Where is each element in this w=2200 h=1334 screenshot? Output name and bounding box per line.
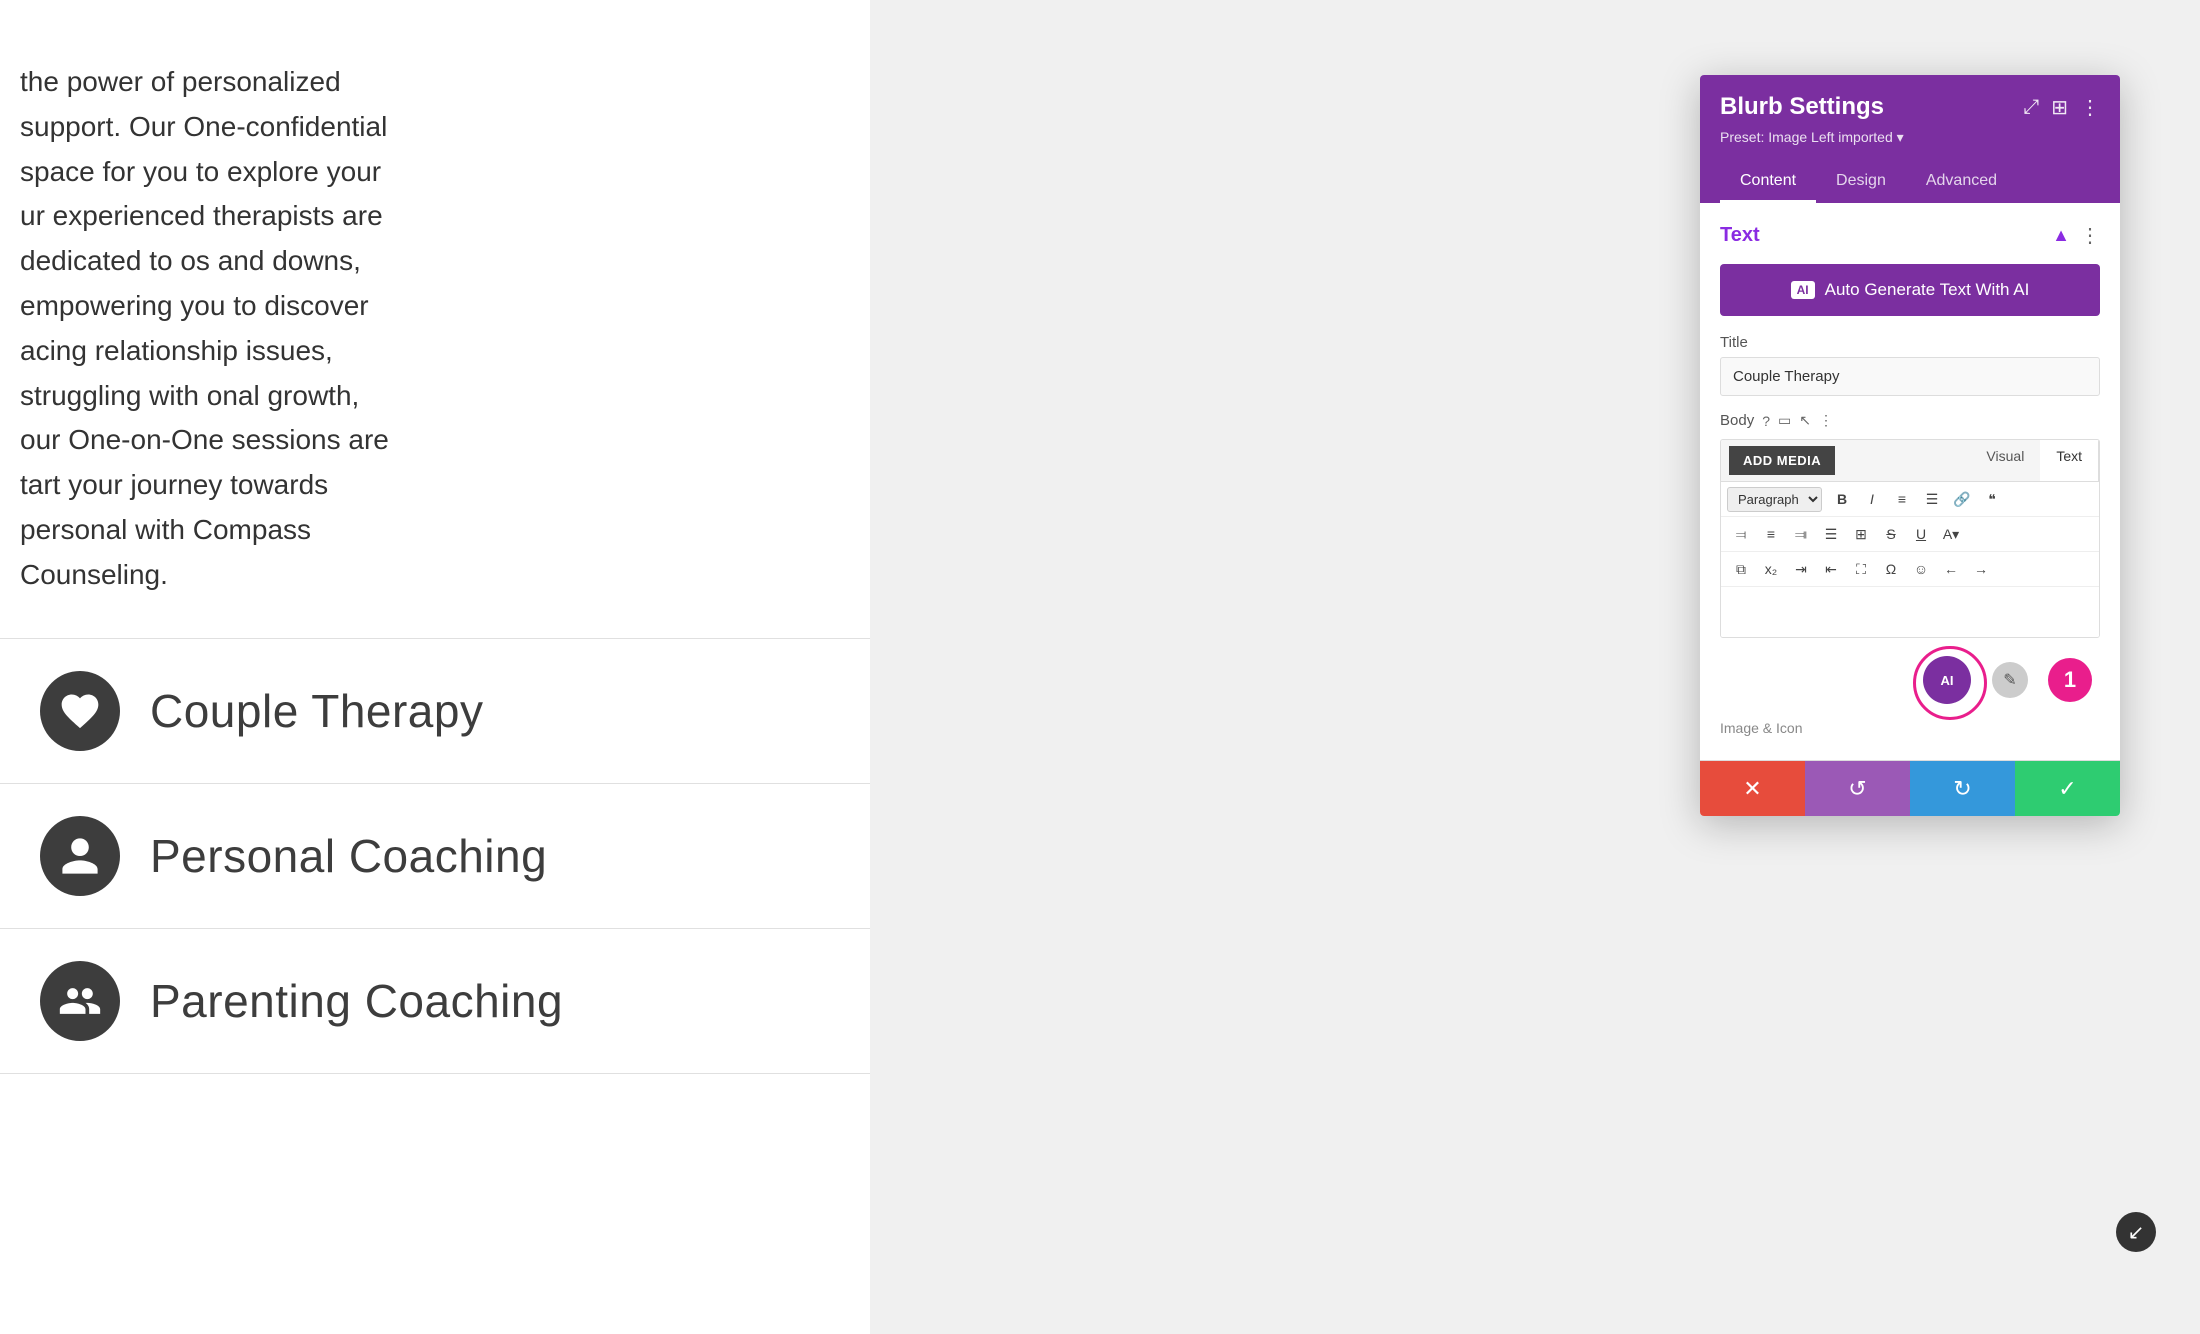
tab-visual[interactable]: Visual: [1970, 440, 2040, 481]
section-title: Text: [1720, 224, 1760, 247]
ai-badge: AI: [1791, 281, 1815, 299]
more-options-icon[interactable]: ⋮: [2080, 95, 2100, 120]
panel-header-top: Blurb Settings ⤢ ⊞ ⋮: [1720, 93, 2100, 121]
save-button[interactable]: ✓: [2015, 761, 2120, 816]
unordered-list-button[interactable]: ≡: [1888, 486, 1916, 512]
add-media-button[interactable]: ADD MEDIA: [1729, 446, 1835, 475]
text-section-header: Text ▲ ⋮: [1720, 223, 2100, 248]
blurb-settings-panel: Blurb Settings ⤢ ⊞ ⋮ Preset: Image Left …: [1700, 75, 2120, 816]
body-label-row: Body ? ▭ ↖ ⋮: [1720, 412, 2100, 429]
ai-inline-button[interactable]: AI: [1923, 656, 1971, 704]
couple-therapy-label: Couple Therapy: [150, 684, 483, 738]
drag-handle[interactable]: ↙: [2116, 1212, 2156, 1252]
image-icon-section-hint: Image & Icon: [1720, 720, 2100, 740]
italic-button[interactable]: I: [1858, 486, 1886, 512]
ai-float-area: AI ✎ 1: [1720, 650, 2100, 710]
toolbar-row-2: ⫤ ≡ ⫥ ☰ ⊞ S U A▾: [1721, 517, 2099, 552]
list-item: Couple Therapy: [0, 638, 870, 783]
indent-button[interactable]: ⇥: [1787, 556, 1815, 582]
strikethrough-button[interactable]: S: [1877, 521, 1905, 547]
preset-label[interactable]: Preset: Image Left imported ▾: [1720, 129, 2100, 146]
paragraph-select[interactable]: Paragraph: [1727, 487, 1822, 512]
underline-button[interactable]: U: [1907, 521, 1935, 547]
auto-generate-ai-button[interactable]: AI Auto Generate Text With AI: [1720, 264, 2100, 316]
title-input[interactable]: [1720, 357, 2100, 396]
align-center-button[interactable]: ≡: [1757, 521, 1785, 547]
table-button[interactable]: ⊞: [1847, 521, 1875, 547]
step-badge: 1: [2048, 658, 2092, 702]
section-header-controls: ▲ ⋮: [2052, 223, 2100, 248]
ai-inline-label: AI: [1941, 673, 1954, 688]
outdent-button[interactable]: ⇤: [1817, 556, 1845, 582]
align-left-button[interactable]: ⫤: [1727, 521, 1755, 547]
personal-coaching-icon: [40, 816, 120, 896]
cancel-button[interactable]: ✕: [1700, 761, 1805, 816]
fullscreen-icon[interactable]: ⤢: [2023, 96, 2039, 119]
ordered-list-button[interactable]: ☰: [1918, 486, 1946, 512]
list-item: Personal Coaching: [0, 783, 870, 928]
tab-text[interactable]: Text: [2040, 440, 2099, 481]
toolbar-row-1: Paragraph B I ≡ ☰ 🔗 ❝: [1721, 482, 2099, 517]
paste-button[interactable]: ⧉: [1727, 556, 1755, 582]
align-right-button[interactable]: ⫥: [1787, 521, 1815, 547]
pencil-float-button[interactable]: ✎: [1992, 662, 2028, 698]
editor-tab-bar: ADD MEDIA Visual Text: [1721, 440, 2099, 482]
collapse-icon[interactable]: ▲: [2052, 225, 2070, 246]
split-view-icon[interactable]: ⊞: [2051, 95, 2068, 120]
list-item: Parenting Coaching: [0, 928, 870, 1074]
undo-editor-button[interactable]: ←: [1937, 556, 1965, 582]
body-text: the power of personalized support. Our O…: [20, 66, 389, 590]
link-button[interactable]: 🔗: [1948, 486, 1976, 512]
panel-tabs: Content Design Advanced: [1720, 162, 2100, 203]
tab-content[interactable]: Content: [1720, 162, 1816, 203]
section-more-icon[interactable]: ⋮: [2080, 223, 2100, 248]
justify-button[interactable]: ☰: [1817, 521, 1845, 547]
blockquote-button[interactable]: ❝: [1978, 486, 2006, 512]
ai-float-ring: AI: [1918, 651, 1976, 709]
service-list: Couple Therapy Personal Coaching Parenti…: [0, 638, 870, 1074]
body-help-icon[interactable]: ?: [1762, 413, 1770, 429]
title-field-label: Title: [1720, 334, 2100, 351]
fullscreen-editor-button[interactable]: ⛶: [1847, 556, 1875, 582]
subscript-button[interactable]: x₂: [1757, 556, 1785, 582]
main-content-area: the power of personalized support. Our O…: [0, 0, 870, 1334]
panel-body: Text ▲ ⋮ AI Auto Generate Text With AI T…: [1700, 203, 2120, 760]
emoji-button[interactable]: ☺: [1907, 556, 1935, 582]
couple-therapy-icon: [40, 671, 120, 751]
body-editor: ADD MEDIA Visual Text Paragraph B I ≡ ☰ …: [1720, 439, 2100, 638]
panel-header: Blurb Settings ⤢ ⊞ ⋮ Preset: Image Left …: [1700, 75, 2120, 203]
parenting-coaching-icon: [40, 961, 120, 1041]
redo-editor-button[interactable]: →: [1967, 556, 1995, 582]
tab-design[interactable]: Design: [1816, 162, 1906, 203]
font-color-button[interactable]: A▾: [1937, 521, 1965, 547]
tab-advanced[interactable]: Advanced: [1906, 162, 2017, 203]
ai-button-label: Auto Generate Text With AI: [1825, 280, 2030, 300]
parenting-coaching-label: Parenting Coaching: [150, 974, 563, 1028]
personal-coaching-label: Personal Coaching: [150, 829, 547, 883]
panel-title: Blurb Settings: [1720, 93, 1884, 121]
body-field-label: Body: [1720, 412, 1754, 429]
toolbar-row-3: ⧉ x₂ ⇥ ⇤ ⛶ Ω ☺ ← →: [1721, 552, 2099, 587]
body-pointer-icon[interactable]: ↖: [1799, 412, 1811, 429]
body-more-icon[interactable]: ⋮: [1819, 412, 1833, 429]
panel-bottom-bar: ✕ ↺ ↻ ✓: [1700, 760, 2120, 816]
undo-button[interactable]: ↺: [1805, 761, 1910, 816]
redo-button[interactable]: ↻: [1910, 761, 2015, 816]
body-mobile-icon[interactable]: ▭: [1778, 412, 1791, 429]
text-block: the power of personalized support. Our O…: [0, 40, 420, 618]
omega-button[interactable]: Ω: [1877, 556, 1905, 582]
bold-button[interactable]: B: [1828, 486, 1856, 512]
panel-header-icons: ⤢ ⊞ ⋮: [2023, 95, 2100, 120]
editor-content-area[interactable]: [1721, 587, 2099, 637]
